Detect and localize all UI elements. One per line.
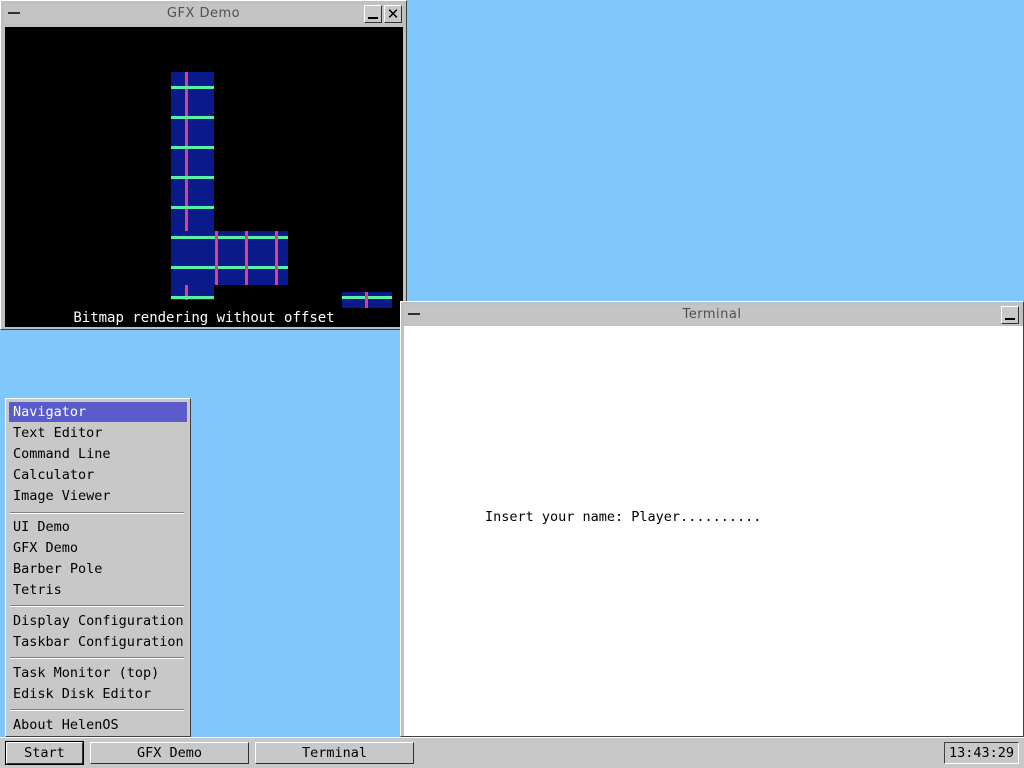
bitmap-stripe xyxy=(365,292,368,308)
menu-item-gfx-demo[interactable]: GFX Demo xyxy=(9,538,187,558)
menu-item-edisk-disk-editor[interactable]: Edisk Disk Editor xyxy=(9,684,187,704)
terminal-prompt-line: Insert your name: Player.......... xyxy=(485,509,762,525)
bitmap-stripe xyxy=(171,296,214,299)
menu-item-task-monitor[interactable]: Task Monitor (top) xyxy=(9,663,187,683)
bitmap-stripe xyxy=(171,146,214,149)
menu-item-tetris[interactable]: Tetris xyxy=(9,580,187,600)
menu-item-taskbar-configuration[interactable]: Taskbar Configuration xyxy=(9,632,187,652)
terminal-titlebar[interactable]: Terminal xyxy=(404,305,1020,325)
minimize-button[interactable] xyxy=(1001,306,1019,324)
taskbar-clock: 13:43:29 xyxy=(944,742,1019,764)
menu-separator xyxy=(10,657,184,659)
bitmap-stripe xyxy=(245,231,248,285)
menu-item-navigator[interactable]: Navigator xyxy=(9,402,187,422)
menu-item-about-helenos[interactable]: About HelenOS xyxy=(9,715,187,735)
bitmap-tile xyxy=(171,231,288,285)
menu-separator xyxy=(10,605,184,607)
gfx-canvas: Bitmap rendering without offset xyxy=(5,27,403,327)
menu-separator xyxy=(10,512,184,514)
menu-item-barber-pole[interactable]: Barber Pole xyxy=(9,559,187,579)
menu-item-text-editor[interactable]: Text Editor xyxy=(9,423,187,443)
close-button[interactable]: ✕ xyxy=(384,5,402,23)
terminal-window[interactable]: Terminal Insert your name: Player.......… xyxy=(400,301,1024,737)
bitmap-stripe xyxy=(215,231,218,285)
minimize-icon xyxy=(368,17,378,19)
taskbar-item-gfx-demo[interactable]: GFX Demo xyxy=(90,742,249,764)
window-title: GFX Demo xyxy=(166,6,241,21)
gfx-demo-window[interactable]: GFX Demo ✕ Bitmap rendering without offs… xyxy=(0,0,407,330)
start-button[interactable]: Start xyxy=(5,741,84,765)
gfx-caption: Bitmap rendering without offset xyxy=(73,310,335,326)
menu-separator xyxy=(10,709,184,711)
bitmap-stripe xyxy=(171,176,214,179)
bitmap-stripe xyxy=(171,86,214,89)
bitmap-stripe xyxy=(171,116,214,119)
taskbar: Start GFX Demo Terminal 13:43:29 xyxy=(0,737,1024,768)
bitmap-stripe xyxy=(275,231,278,285)
menu-item-command-line[interactable]: Command Line xyxy=(9,444,187,464)
taskbar-item-terminal[interactable]: Terminal xyxy=(255,742,414,764)
menu-item-image-viewer[interactable]: Image Viewer xyxy=(9,486,187,506)
bitmap-stripe xyxy=(171,206,214,209)
menu-item-display-configuration[interactable]: Display Configuration xyxy=(9,611,187,631)
menu-item-calculator[interactable]: Calculator xyxy=(9,465,187,485)
minimize-icon xyxy=(1005,318,1015,320)
gfx-demo-titlebar[interactable]: GFX Demo ✕ xyxy=(4,4,403,24)
close-icon: ✕ xyxy=(386,5,400,23)
terminal-content[interactable]: Insert your name: Player.......... xyxy=(404,326,1023,736)
bitmap-stripe xyxy=(171,266,288,269)
start-menu[interactable]: Navigator Text Editor Command Line Calcu… xyxy=(5,398,191,737)
minimize-button[interactable] xyxy=(364,5,382,23)
menu-item-ui-demo[interactable]: UI Demo xyxy=(9,517,187,537)
bitmap-stripe xyxy=(171,236,288,239)
window-title: Terminal xyxy=(682,307,742,322)
